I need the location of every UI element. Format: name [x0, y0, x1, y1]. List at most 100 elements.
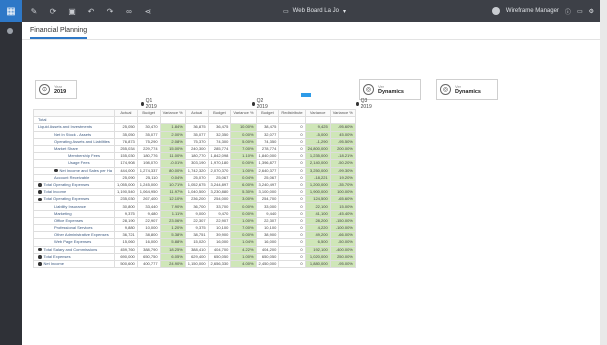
table-cell[interactable]: 629,400 [184, 252, 209, 261]
table-cell[interactable]: 0 [278, 238, 306, 247]
table-cell[interactable]: 229,774 [136, 144, 161, 154]
table-cell[interactable]: 10,100 [255, 223, 280, 233]
table-cell[interactable]: 1,200,000 [304, 180, 331, 190]
table-cell[interactable]: 74,300 [207, 137, 232, 146]
avatar[interactable] [491, 7, 500, 15]
table-cell[interactable]: -100.00% [329, 223, 356, 233]
table-cell[interactable]: 10.00% [230, 123, 257, 132]
table-row[interactable]: Liability Insurance 30,800 33,440 7.90% 36,7… [33, 202, 356, 211]
group-header-q1[interactable]: Q1 2019 [141, 98, 158, 110]
row-label[interactable]: Other Administrative Expenses [33, 231, 115, 240]
table-cell[interactable]: 0.04% [159, 173, 186, 182]
column-header[interactable]: Budget [207, 108, 232, 118]
table-cell[interactable]: -1,290 [304, 137, 331, 146]
table-cell[interactable]: 33,440 [136, 202, 161, 211]
table-cell[interactable]: -50.20% [329, 159, 356, 168]
table-cell[interactable]: 0 [278, 123, 306, 132]
row-label[interactable]: Total Operating Expenses [33, 195, 115, 204]
table-cell[interactable]: 22,307 [255, 216, 280, 226]
expand-icon[interactable] [38, 197, 42, 202]
table-cell[interactable]: 24,800,000 [304, 144, 331, 154]
table-cell[interactable]: 198,070 [136, 159, 161, 168]
column-header[interactable]: Budget [255, 108, 280, 118]
table-cell[interactable]: 1.11% [159, 209, 186, 218]
row-label[interactable]: Operating Assets and Liabilities [33, 137, 115, 146]
table-cell[interactable]: 3,100,000 [255, 188, 280, 197]
table-cell[interactable]: 4.00% [230, 259, 257, 269]
row-label[interactable]: Web Page Expenses [33, 238, 115, 247]
table-row[interactable]: Operating Assets and Liabilities 76,873 75… [33, 137, 356, 146]
table-cell[interactable]: 5.88% [159, 238, 186, 247]
row-label[interactable]: Marketing [33, 209, 115, 218]
table-row[interactable]: Other Administrative Expenses 36,721 38,80… [33, 231, 356, 240]
table-cell[interactable]: 0 [278, 144, 306, 154]
table-cell[interactable]: 1.10% [230, 152, 257, 161]
table-cell[interactable]: 1.84% [159, 123, 186, 132]
table-cell[interactable]: 80.00% [159, 166, 186, 175]
table-cell[interactable]: 10.71% [159, 180, 186, 190]
table-cell[interactable]: 9,000 [184, 209, 209, 218]
table-cell[interactable]: 9,880 [113, 223, 138, 233]
group-header-q2[interactable]: Q2 2019 [252, 98, 269, 110]
table-cell[interactable]: 2,450,000 [255, 259, 280, 269]
table-cell[interactable]: 35,050 [113, 130, 138, 139]
table-cell[interactable]: 0 [278, 202, 306, 211]
table-cell[interactable]: -45.40% [329, 209, 356, 218]
table-cell[interactable]: 0 [278, 216, 306, 226]
table-cell[interactable] [329, 116, 356, 125]
table-cell[interactable]: 49,200 [304, 231, 331, 240]
table-cell[interactable]: 38,900 [255, 231, 280, 240]
table-cell[interactable]: 650,050 [207, 252, 232, 261]
table-cell[interactable]: 235,030 [113, 195, 138, 204]
settings-icon[interactable]: ⚙ [589, 8, 594, 15]
column-header[interactable]: Variance % [230, 108, 257, 118]
table-cell[interactable]: 0 [278, 152, 306, 161]
table-cell[interactable]: 2.00% [159, 130, 186, 139]
table-cell[interactable]: 6,500 [304, 238, 331, 247]
table-cell[interactable]: 41,100 [304, 209, 331, 218]
table-cell[interactable]: 254,700 [255, 195, 280, 204]
table-cell[interactable]: 1.00% [230, 216, 257, 226]
table-row[interactable]: Total Operating Expenses 235,030 267,400 12… [33, 195, 356, 204]
expand-icon[interactable] [38, 183, 42, 187]
table-cell[interactable]: 0 [278, 130, 306, 139]
table-cell[interactable]: 15.00% [159, 144, 186, 154]
table-cell[interactable]: 38,800 [136, 231, 161, 240]
table-cell[interactable]: 124,500 [304, 195, 331, 204]
table-cell[interactable]: 1,064,950 [136, 188, 161, 197]
table-row[interactable]: Professional Services 9,880 10,000 1.20% 9,3… [33, 223, 356, 233]
table-cell[interactable]: 11.97% [159, 188, 186, 197]
table-cell[interactable]: 1,396,877 [255, 159, 280, 168]
expand-icon[interactable] [38, 247, 42, 252]
table-cell[interactable]: 1,880,000 [304, 259, 331, 269]
table-cell[interactable]: 38,751 [184, 231, 209, 240]
table-cell[interactable]: 1,274,337 [136, 166, 161, 175]
table-cell[interactable]: 9,480 [136, 209, 161, 218]
table-cell[interactable]: 267,400 [136, 195, 161, 204]
table-cell[interactable]: 0 [278, 137, 306, 146]
table-cell[interactable]: 1,150,000 [184, 259, 209, 269]
table-cell[interactable]: 15,060 [113, 238, 138, 247]
table-row[interactable]: Marketing 9,375 9,480 1.11% 9,000 9,470 0.00% 9… [33, 209, 356, 218]
table-cell[interactable]: 1,900,000 [304, 188, 331, 197]
table-cell[interactable]: -400.00% [329, 245, 356, 254]
table-cell[interactable]: 180,776 [136, 152, 161, 161]
table-row[interactable]: Total [33, 116, 356, 125]
table-cell[interactable]: 38,475 [255, 123, 280, 132]
table-cell[interactable]: 4.22% [230, 245, 257, 254]
table-cell[interactable]: -95.60% [329, 123, 356, 132]
grid-icon[interactable]: ▦ [0, 0, 22, 22]
table-cell[interactable]: 32,350 [207, 130, 232, 139]
table-cell[interactable]: 75,290 [136, 137, 161, 146]
table-cell[interactable]: -65.60% [329, 195, 356, 204]
table-cell[interactable]: 25,067 [207, 173, 232, 182]
table-cell[interactable]: 690,000 [113, 252, 138, 261]
table-cell[interactable]: 19.20% [329, 173, 356, 182]
table-cell[interactable]: 3,240,497 [255, 180, 280, 190]
row-label[interactable]: Usage Fees [33, 159, 115, 168]
table-cell[interactable]: 2,656,330 [207, 259, 232, 269]
pin-icon[interactable] [7, 28, 13, 34]
table-row[interactable]: Total Salary and Commissions 459,760 388,7… [33, 245, 356, 254]
table-cell[interactable]: 3,244,897 [207, 180, 232, 190]
table-cell[interactable]: 36,700 [184, 202, 209, 211]
